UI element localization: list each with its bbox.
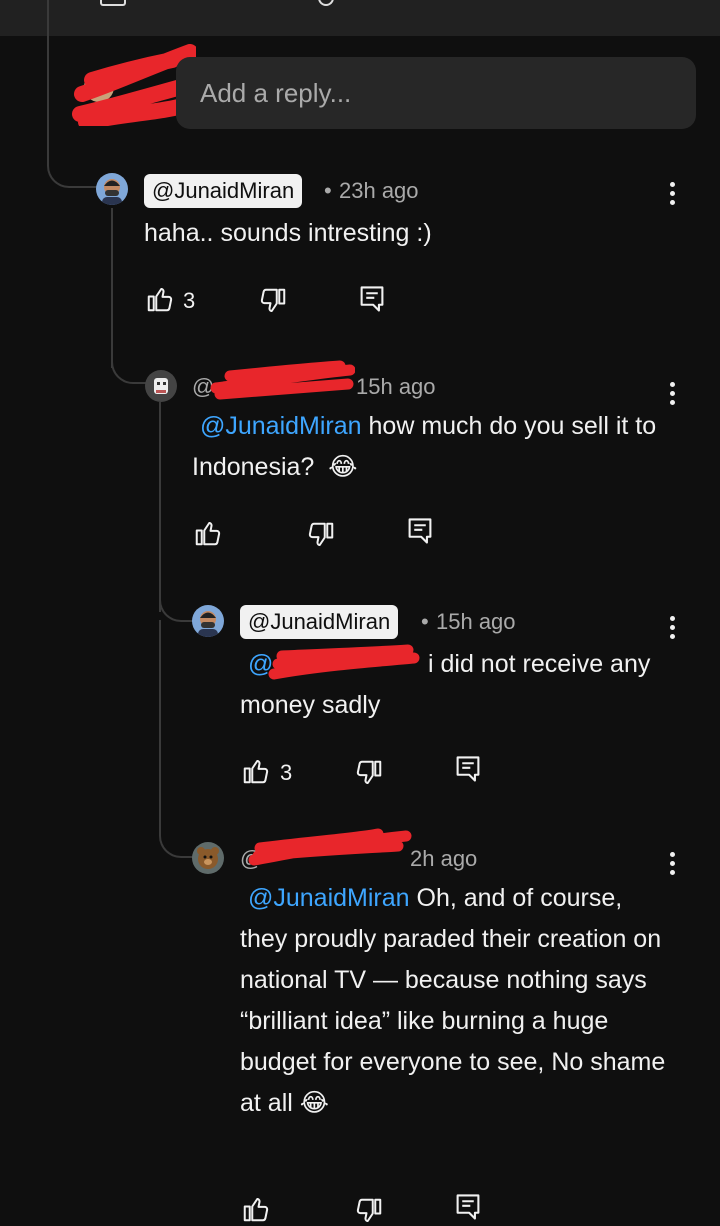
reply-icon[interactable]	[454, 754, 482, 784]
thread-connector	[159, 590, 193, 622]
avatar[interactable]	[192, 605, 224, 637]
comment-author[interactable]: @JunaidMiran	[144, 174, 303, 208]
laughing-emoji-icon: 😂	[328, 453, 358, 481]
dislike-icon[interactable]	[354, 1196, 384, 1226]
laughing-emoji-icon: 😂	[299, 1089, 329, 1117]
avatar[interactable]	[145, 370, 177, 402]
reply-icon[interactable]	[406, 516, 434, 546]
reply-icon[interactable]	[358, 284, 386, 314]
previous-comment-actions-bar	[0, 0, 720, 36]
reply-input[interactable]	[200, 57, 680, 129]
like-icon[interactable]	[193, 518, 223, 548]
reply-icon-partial[interactable]	[100, 0, 126, 6]
like-icon[interactable]	[145, 284, 175, 314]
comment-time: 15h ago	[436, 609, 516, 634]
redaction-mark	[248, 828, 412, 866]
thread-connector	[159, 826, 193, 858]
like-count: 3	[183, 288, 196, 313]
icon-partial[interactable]	[318, 0, 334, 6]
comment-author[interactable]: @JunaidMiran	[240, 605, 399, 639]
dislike-icon[interactable]	[306, 520, 336, 550]
separator-dot: •	[421, 609, 429, 634]
comment-time: 2h ago	[410, 846, 478, 871]
reply-icon[interactable]	[454, 1192, 482, 1222]
dislike-icon[interactable]	[354, 758, 384, 788]
comment-text: haha.. sounds intresting :)	[144, 219, 432, 247]
avatar[interactable]	[192, 842, 224, 874]
avatar[interactable]	[96, 173, 128, 205]
mention-link[interactable]: @JunaidMiran	[200, 412, 362, 440]
thread-line	[111, 208, 113, 368]
reply-box[interactable]	[176, 57, 696, 129]
like-count: 3	[280, 760, 293, 785]
like-icon[interactable]	[241, 756, 271, 786]
more-vert-icon[interactable]	[662, 616, 682, 644]
more-vert-icon[interactable]	[662, 852, 682, 880]
dislike-icon[interactable]	[258, 286, 288, 316]
thread-connector	[111, 352, 147, 384]
thread-line	[159, 402, 161, 612]
comment-text: @JunaidMiran Oh, and of course, they pro…	[240, 878, 670, 1124]
comment-text: i did not receive any money sadly	[240, 650, 651, 719]
comment-text: @JunaidMiran how much do you sell it to …	[192, 406, 672, 488]
thread-line	[159, 620, 161, 835]
mention-link[interactable]: @JunaidMiran	[248, 884, 410, 912]
more-vert-icon[interactable]	[662, 182, 682, 210]
separator-dot: •	[324, 178, 332, 203]
redaction-mark	[210, 360, 355, 400]
comment-time: 15h ago	[356, 374, 436, 399]
comment-time: 23h ago	[339, 178, 419, 203]
